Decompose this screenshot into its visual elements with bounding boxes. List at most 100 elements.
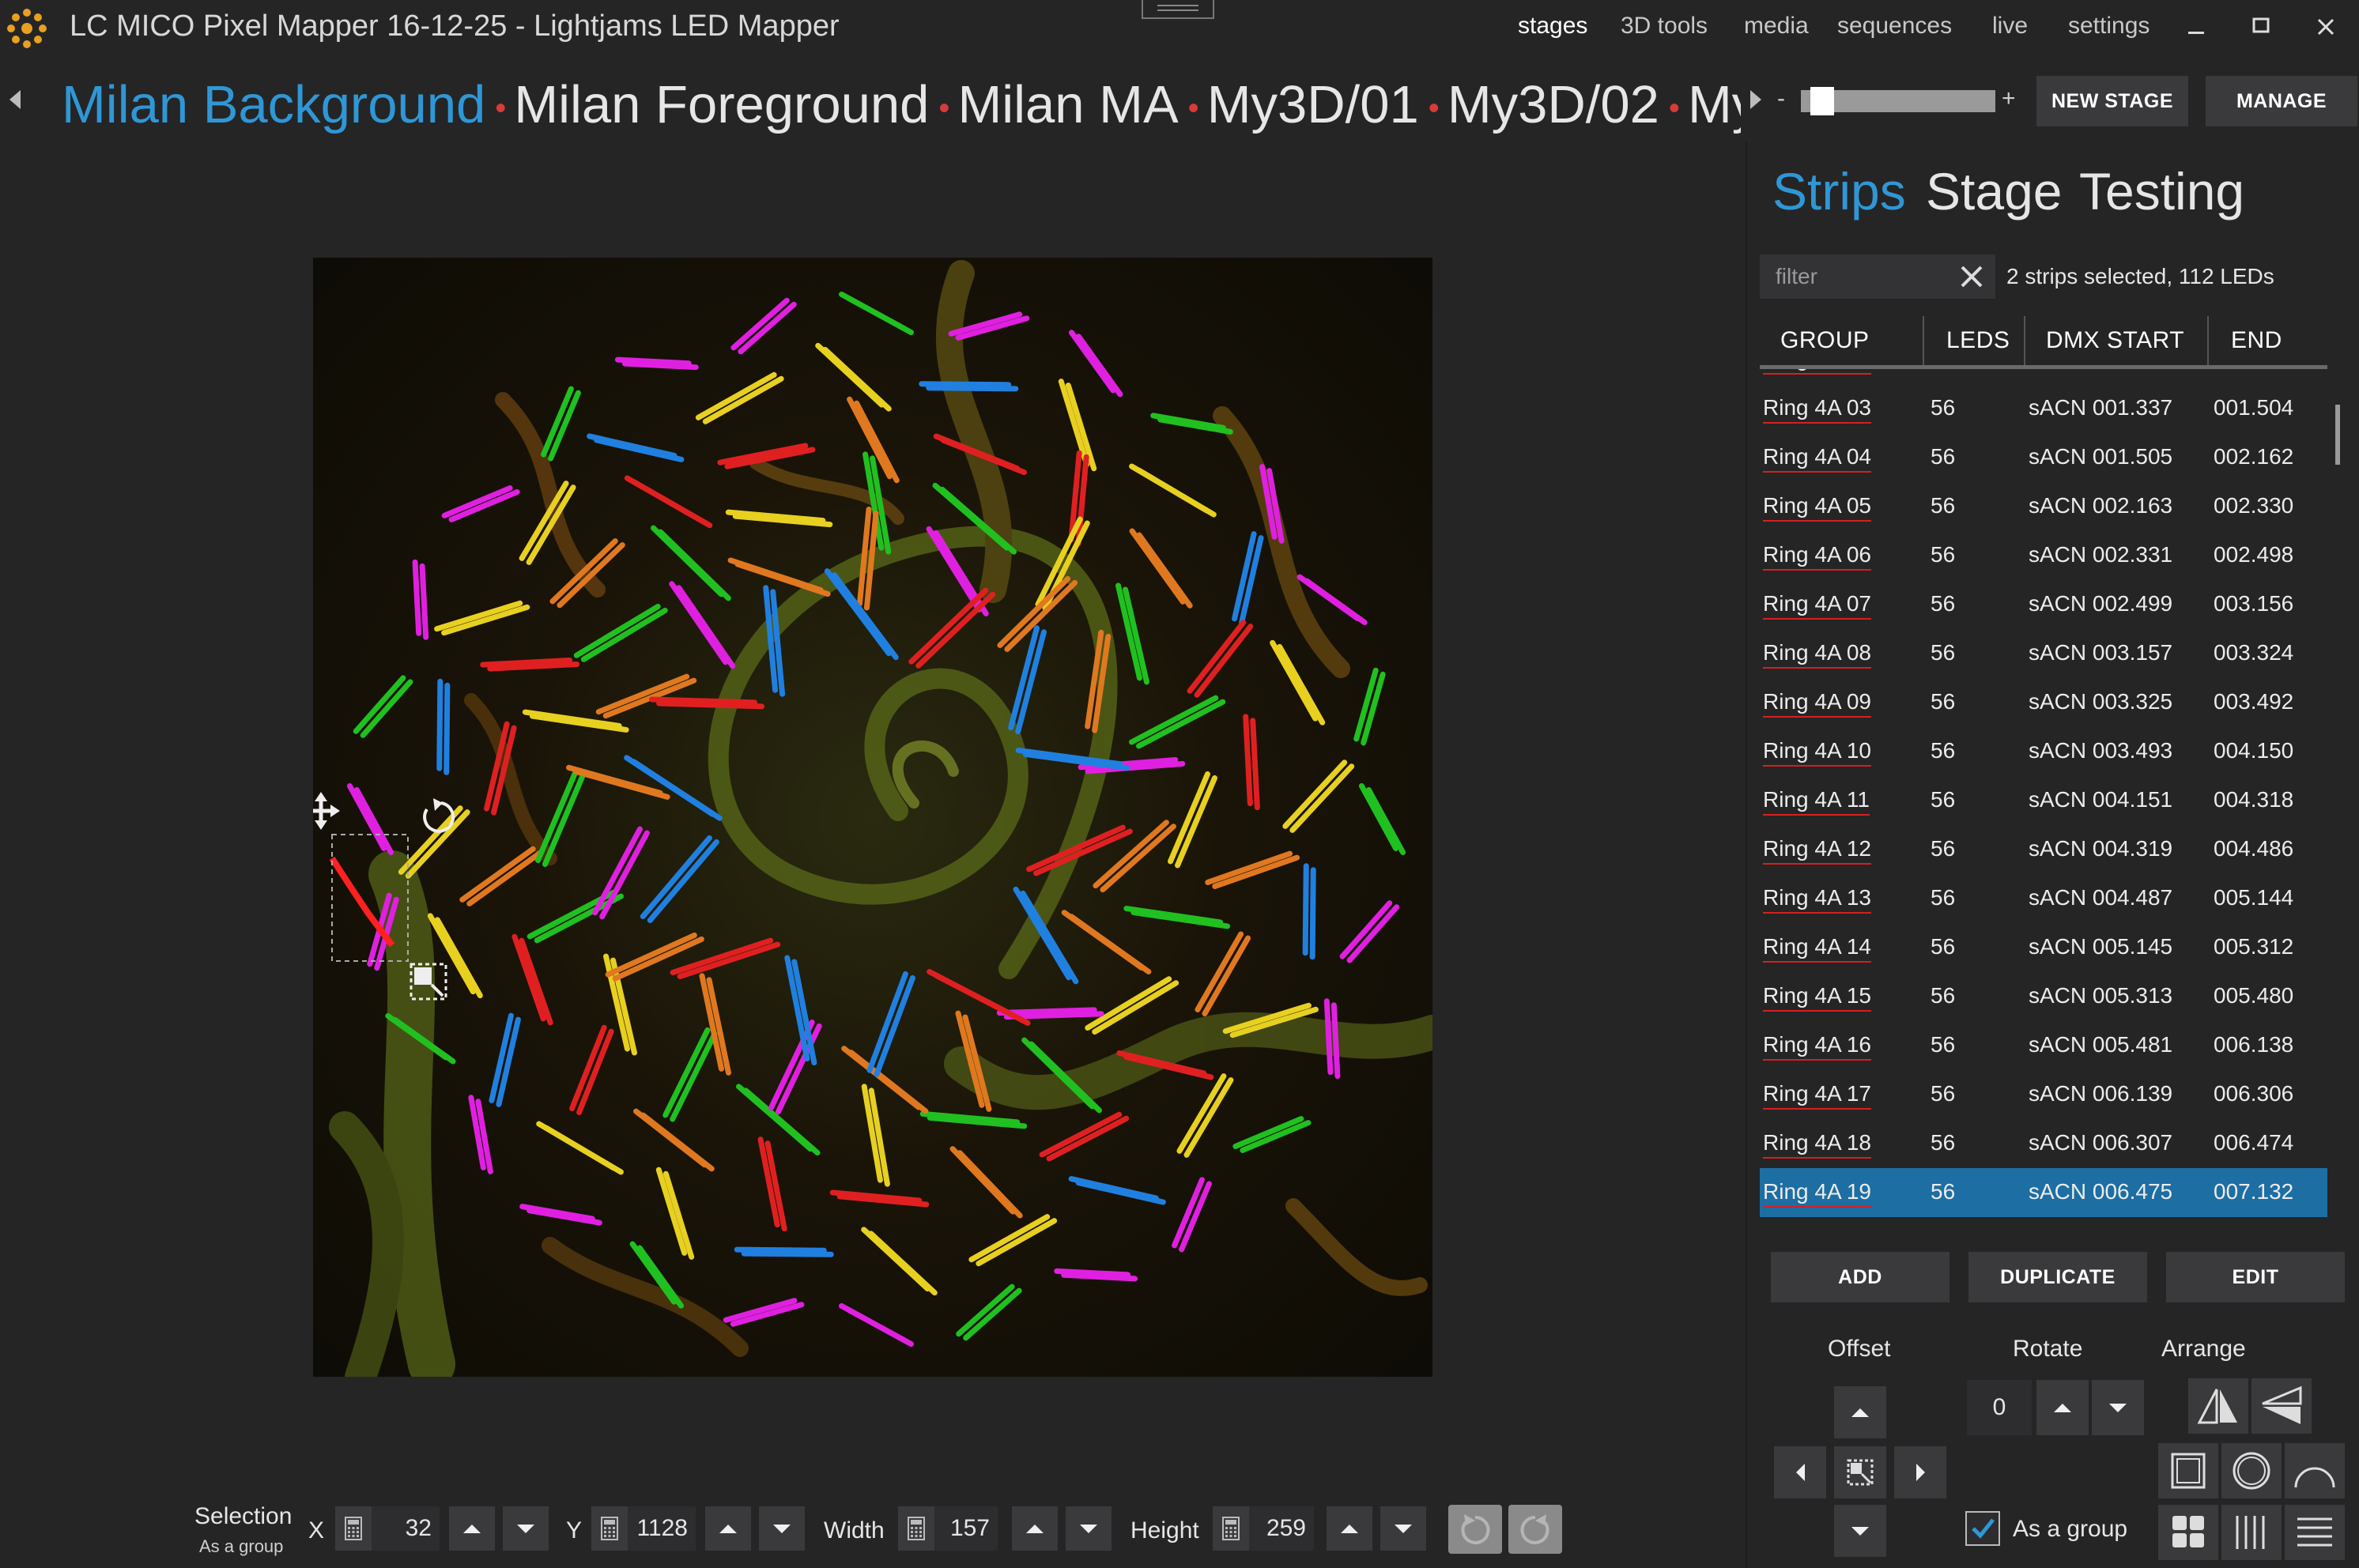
redo-icon[interactable] bbox=[1508, 1505, 1562, 1554]
undo-icon[interactable] bbox=[1448, 1505, 1502, 1554]
led-strip-segment[interactable] bbox=[926, 385, 1019, 392]
offset-center-icon[interactable] bbox=[1834, 1446, 1886, 1498]
rotate-decrement-button[interactable] bbox=[2092, 1380, 2144, 1435]
led-strip-segment[interactable] bbox=[419, 563, 429, 640]
width-increment-button[interactable] bbox=[1012, 1506, 1058, 1551]
calculator-icon[interactable] bbox=[898, 1506, 934, 1551]
y-decrement-button[interactable] bbox=[759, 1506, 805, 1551]
column-divider[interactable] bbox=[1923, 316, 1924, 365]
led-strip-segment[interactable] bbox=[1330, 1002, 1341, 1080]
clear-filter-icon[interactable] bbox=[1957, 262, 1986, 291]
led-strip-segment[interactable] bbox=[412, 559, 422, 636]
table-row[interactable]: Ring 4A 08 56 sACN 003.157 003.324 bbox=[1760, 629, 2327, 678]
stage-tab-milan-foreground[interactable]: • Milan Foreground bbox=[485, 70, 929, 141]
table-row[interactable]: Ring 4A 18 56 sACN 006.307 006.474 bbox=[1760, 1119, 2327, 1168]
calculator-icon[interactable] bbox=[1213, 1506, 1249, 1551]
led-strip-segment[interactable] bbox=[656, 700, 765, 710]
tabs-scroll-left-icon[interactable] bbox=[9, 90, 21, 109]
height-field[interactable]: 259 bbox=[1249, 1506, 1314, 1551]
x-increment-button[interactable] bbox=[449, 1506, 495, 1551]
menu-3d-tools[interactable]: 3D tools bbox=[1621, 13, 1708, 40]
table-row[interactable]: Ring 4A 17 56 sACN 006.139 006.306 bbox=[1760, 1070, 2327, 1119]
menu-sequences[interactable]: sequences bbox=[1837, 13, 1952, 40]
flip-vertical-icon[interactable] bbox=[2251, 1378, 2312, 1434]
arrange-rectangle-icon[interactable] bbox=[2158, 1443, 2218, 1498]
led-strip-segment[interactable] bbox=[919, 381, 1012, 388]
table-row[interactable]: Ring 4A 14 56 sACN 005.145 005.312 bbox=[1760, 923, 2327, 972]
filter-input[interactable] bbox=[1776, 262, 1949, 291]
tab-testing[interactable]: Testing bbox=[2079, 161, 2244, 221]
led-strip-segment[interactable] bbox=[621, 360, 699, 371]
rotate-increment-button[interactable] bbox=[2036, 1380, 2089, 1435]
x-field[interactable]: 32 bbox=[372, 1506, 440, 1551]
table-row[interactable]: Ring 4A 05 56 sACN 002.163 002.330 bbox=[1760, 482, 2327, 531]
arrange-grid-icon[interactable] bbox=[2158, 1505, 2218, 1560]
flip-horizontal-icon[interactable] bbox=[2188, 1378, 2248, 1434]
calculator-icon[interactable] bbox=[591, 1506, 628, 1551]
tabs-scroll-right-icon[interactable] bbox=[1750, 90, 1761, 109]
led-strip-segment[interactable] bbox=[1309, 867, 1316, 960]
calculator-icon[interactable] bbox=[335, 1506, 372, 1551]
edit-strip-button[interactable]: EDIT bbox=[2166, 1252, 2345, 1302]
column-header-group[interactable]: GROUP bbox=[1780, 327, 1870, 354]
column-header-leds[interactable]: LEDS bbox=[1946, 327, 2010, 354]
width-field[interactable]: 157 bbox=[934, 1506, 998, 1551]
duplicate-strip-button[interactable]: DUPLICATE bbox=[1968, 1252, 2147, 1302]
table-row[interactable]: Ring 4A 13 56 sACN 004.487 005.144 bbox=[1760, 874, 2327, 923]
menu-media[interactable]: media bbox=[1744, 13, 1809, 40]
stage-tab-my3d-02[interactable]: • My3D/02 bbox=[1419, 70, 1659, 141]
as-group-checkbox[interactable] bbox=[1965, 1511, 2000, 1546]
table-row[interactable]: Ring 4A 15 56 sACN 005.313 005.480 bbox=[1760, 972, 2327, 1021]
width-decrement-button[interactable] bbox=[1066, 1506, 1112, 1551]
stage-tab-milan-ma[interactable]: • Milan MA bbox=[929, 70, 1178, 141]
column-header-dmx-start[interactable]: DMX START bbox=[2046, 327, 2184, 354]
offset-up-button[interactable] bbox=[1834, 1386, 1886, 1438]
height-decrement-button[interactable] bbox=[1380, 1506, 1426, 1551]
menu-stages[interactable]: stages bbox=[1518, 13, 1587, 40]
maximize-icon[interactable] bbox=[2237, 8, 2285, 47]
stage-tab-my3d-01[interactable]: • My3D/01 bbox=[1179, 70, 1419, 141]
rotate-field[interactable]: 0 bbox=[1967, 1380, 2032, 1435]
zoom-slider-thumb[interactable] bbox=[1810, 87, 1834, 115]
x-decrement-button[interactable] bbox=[503, 1506, 549, 1551]
close-window-icon[interactable] bbox=[2302, 8, 2350, 47]
stage-canvas[interactable] bbox=[313, 258, 1432, 1377]
table-row[interactable]: Ring 4A 10 56 sACN 003.493 004.150 bbox=[1760, 727, 2327, 776]
stage-tab-milan-background[interactable]: Milan Background bbox=[62, 70, 485, 141]
led-strip-segment[interactable] bbox=[741, 1250, 834, 1257]
table-row[interactable]: Ring 4A 19 56 sACN 006.475 007.132 bbox=[1760, 1168, 2327, 1217]
table-row[interactable]: Ring 4A 12 56 sACN 004.319 004.486 bbox=[1760, 825, 2327, 874]
column-divider[interactable] bbox=[2207, 316, 2209, 365]
tab-strips[interactable]: Strips bbox=[1772, 161, 1906, 221]
zoom-in-label[interactable]: + bbox=[2002, 85, 2016, 112]
offset-down-button[interactable] bbox=[1834, 1505, 1886, 1557]
new-stage-button[interactable]: NEW STAGE bbox=[2036, 76, 2188, 126]
table-row[interactable]: Ring 4A 04 56 sACN 001.505 002.162 bbox=[1760, 433, 2327, 482]
table-row[interactable]: Ring 4A 16 56 sACN 005.481 006.138 bbox=[1760, 1021, 2327, 1070]
offset-right-button[interactable] bbox=[1894, 1446, 1946, 1498]
stage-tab-my-truncated[interactable]: •My bbox=[1659, 70, 1741, 141]
height-increment-button[interactable] bbox=[1327, 1506, 1372, 1551]
led-strip-segment[interactable] bbox=[1323, 998, 1334, 1076]
arrange-columns-icon[interactable] bbox=[2221, 1505, 2282, 1560]
offset-left-button[interactable] bbox=[1774, 1446, 1826, 1498]
minimize-icon[interactable] bbox=[2172, 8, 2220, 47]
led-strip-segment[interactable] bbox=[1302, 863, 1309, 956]
table-scrollbar[interactable] bbox=[2335, 405, 2340, 465]
menu-live[interactable]: live bbox=[1992, 13, 2028, 40]
table-row[interactable]: Ring 4A 06 56 sACN 002.331 002.498 bbox=[1760, 531, 2327, 580]
manage-button[interactable]: MANAGE bbox=[2206, 76, 2357, 126]
tab-stage[interactable]: Stage bbox=[1926, 161, 2062, 221]
table-row[interactable]: Ring 4A 09 56 sACN 003.325 003.492 bbox=[1760, 678, 2327, 727]
table-row[interactable]: Ring 4A 11 56 sACN 004.151 004.318 bbox=[1760, 776, 2327, 825]
column-header-end[interactable]: END bbox=[2231, 327, 2282, 354]
arrange-circle-icon[interactable] bbox=[2221, 1443, 2282, 1498]
arrange-rows-icon[interactable] bbox=[2285, 1505, 2345, 1560]
table-row[interactable]: Ring 4A 03 56 sACN 001.337 001.504 bbox=[1760, 384, 2327, 433]
arrange-arc-icon[interactable] bbox=[2285, 1443, 2345, 1498]
led-strip-segment[interactable] bbox=[1061, 1272, 1138, 1282]
add-strip-button[interactable]: ADD bbox=[1771, 1252, 1949, 1302]
menu-settings[interactable]: settings bbox=[2068, 13, 2150, 40]
table-row[interactable]: Ring 4A 07 56 sACN 002.499 003.156 bbox=[1760, 580, 2327, 629]
zoom-out-label[interactable]: - bbox=[1777, 85, 1785, 112]
